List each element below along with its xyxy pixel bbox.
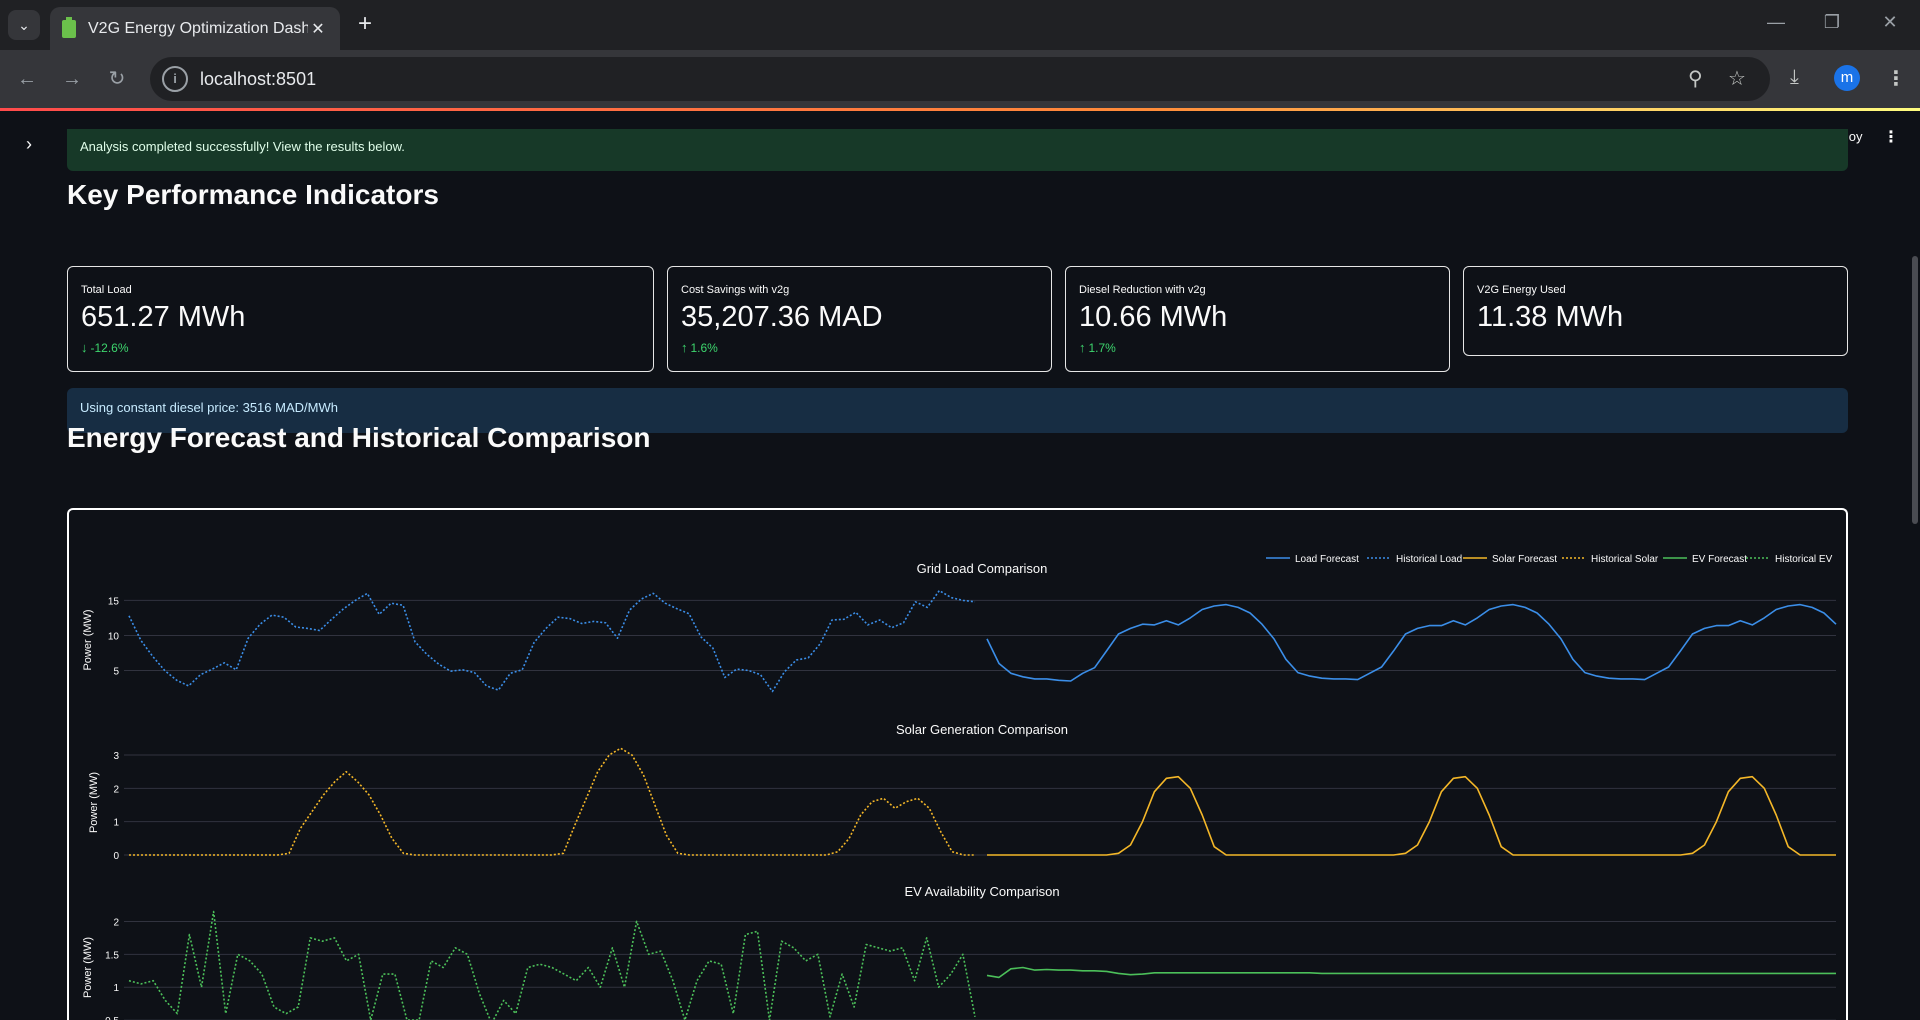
- sidebar-expand-icon[interactable]: ›: [26, 134, 32, 155]
- chart-title: Solar Generation Comparison: [896, 722, 1068, 737]
- y-tick-label: 1: [113, 818, 119, 829]
- forward-icon[interactable]: →: [57, 64, 87, 94]
- kpi-label: Diesel Reduction with v2g: [1079, 284, 1206, 296]
- tab-search-button[interactable]: ⌄: [8, 10, 40, 40]
- series-line-ev-forecast: [986, 966, 1836, 979]
- forecast-heading: Energy Forecast and Historical Compariso…: [67, 422, 651, 453]
- y-axis-label: Power (MW): [82, 937, 94, 998]
- kpi-card-cost-savings: Cost Savings with v2g 35,207.36 MAD ↑ 1.6…: [667, 266, 1052, 372]
- streamlit-app: › Deploy ⋮ Analysis completed successful…: [0, 111, 1920, 1020]
- kpi-delta: ↑ 1.6%: [681, 340, 718, 355]
- close-window-icon[interactable]: ✕: [1876, 12, 1904, 33]
- y-tick-label: 10: [108, 631, 120, 642]
- y-tick-label: 15: [108, 596, 120, 607]
- kpi-card-diesel-reduction: Diesel Reduction with v2g 10.66 MWh ↑ 1.7…: [1065, 266, 1450, 372]
- bookmark-star-icon[interactable]: ☆: [1728, 66, 1746, 91]
- browser-tab-active[interactable]: V2G Energy Optimization Dashb ✕: [50, 7, 340, 50]
- success-alert: Analysis completed successfully! View th…: [67, 129, 1848, 171]
- legend-item: Solar Forecast: [1492, 554, 1557, 565]
- address-bar[interactable]: i localhost:8501 ⚲ ☆: [150, 57, 1770, 101]
- chart-title: Grid Load Comparison: [917, 561, 1048, 576]
- arrow-down-icon: ↓: [81, 340, 88, 355]
- y-axis-label: Power (MW): [82, 609, 94, 670]
- kpi-value: 10.66 MWh: [1079, 301, 1228, 333]
- kpi-card-total-load: Total Load 651.27 MWh ↓ -12.6%: [67, 266, 654, 372]
- chart-title: EV Availability Comparison: [904, 884, 1059, 899]
- kpi-heading: Key Performance Indicators: [67, 179, 439, 210]
- y-tick-label: 3: [113, 751, 119, 762]
- restore-icon[interactable]: ❐: [1818, 12, 1846, 33]
- series-line-historical-load: [128, 589, 976, 693]
- series-line-historical-ev: [128, 910, 976, 1020]
- y-tick-label: 2: [113, 917, 119, 928]
- kpi-card-v2g-energy: V2G Energy Used 11.38 MWh: [1463, 266, 1848, 356]
- legend-item: Historical Solar: [1591, 554, 1659, 565]
- forecast-chart-container: 5 10 15 Grid Load Comparison Power (MW) 0 1 2 3 S…: [67, 508, 1848, 1020]
- browser-tabbar: ⌄ V2G Energy Optimization Dashb ✕ + — ❐ …: [0, 0, 1920, 50]
- main-menu-icon[interactable]: ⋮: [1883, 127, 1899, 147]
- y-tick-label: 2: [113, 784, 119, 795]
- battery-icon: [62, 16, 76, 38]
- chevron-down-icon: ⌄: [18, 16, 30, 33]
- profile-avatar[interactable]: m: [1834, 65, 1860, 91]
- y-tick-label: 0: [113, 851, 119, 862]
- back-icon[interactable]: ←: [12, 64, 42, 94]
- legend-item: Load Forecast: [1295, 554, 1359, 565]
- kpi-value: 651.27 MWh: [81, 301, 246, 333]
- kpi-delta: ↑ 1.7%: [1079, 340, 1116, 355]
- kpi-label: Total Load: [81, 284, 132, 296]
- url-text[interactable]: localhost:8501: [200, 69, 316, 90]
- y-tick-label: 1.5: [105, 950, 119, 961]
- minimize-icon[interactable]: —: [1762, 12, 1790, 33]
- arrow-up-icon: ↑: [1079, 340, 1086, 355]
- new-tab-button[interactable]: +: [352, 12, 378, 38]
- kpi-value: 35,207.36 MAD: [681, 301, 883, 333]
- arrow-up-icon: ↑: [681, 340, 688, 355]
- series-line-historical-solar: [129, 747, 975, 856]
- browser-menu-icon[interactable]: ⋮: [1886, 66, 1906, 91]
- y-tick-label: 0.5: [105, 1016, 119, 1020]
- series-line-load-forecast: [986, 603, 1837, 682]
- legend-item: Historical Load: [1396, 554, 1462, 565]
- legend-item: EV Forecast: [1692, 554, 1747, 565]
- download-icon[interactable]: ⤓: [1790, 66, 1799, 89]
- y-tick-label: 1: [113, 983, 119, 994]
- y-axis-label: Power (MW): [88, 772, 100, 833]
- tab-title: V2G Energy Optimization Dashb: [88, 19, 308, 37]
- forecast-chart[interactable]: 5 10 15 Grid Load Comparison Power (MW) 0 1 2 3 S…: [69, 510, 1846, 1020]
- kpi-label: V2G Energy Used: [1477, 284, 1566, 296]
- scrollbar[interactable]: [1912, 256, 1918, 524]
- site-info-icon[interactable]: i: [162, 66, 188, 92]
- kpi-label: Cost Savings with v2g: [681, 284, 790, 296]
- kpi-value: 11.38 MWh: [1477, 301, 1624, 333]
- zoom-icon[interactable]: ⚲: [1688, 66, 1703, 91]
- kpi-delta: ↓ -12.6%: [81, 340, 129, 355]
- close-tab-icon[interactable]: ✕: [308, 19, 328, 39]
- y-tick-label: 5: [113, 666, 119, 677]
- browser-toolbar: ← → ↻ i localhost:8501 ⚲ ☆ ⤓ m ⋮: [0, 50, 1920, 108]
- legend-item: Historical EV: [1775, 554, 1833, 565]
- reload-icon[interactable]: ↻: [102, 64, 132, 94]
